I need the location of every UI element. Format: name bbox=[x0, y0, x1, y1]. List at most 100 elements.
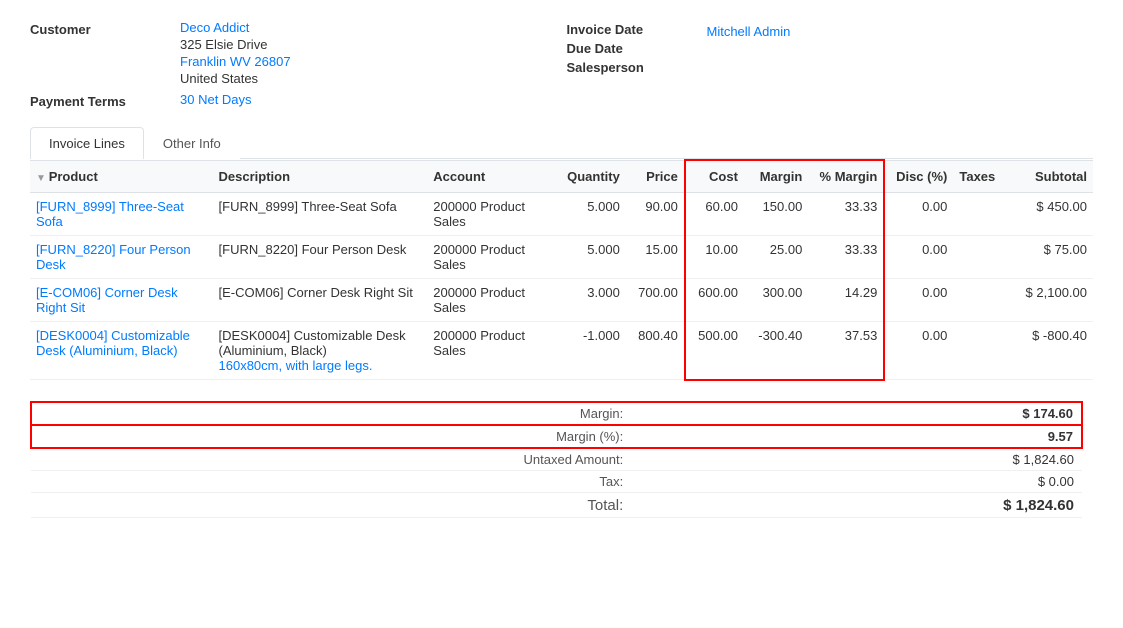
cell-disc-2: 0.00 bbox=[884, 236, 953, 279]
cell-qty-4: -1.000 bbox=[556, 322, 626, 380]
cell-price-1: 90.00 bbox=[626, 193, 685, 236]
cell-cost-4: 500.00 bbox=[685, 322, 744, 380]
cell-desc-1: [FURN_8999] Three-Seat Sofa bbox=[213, 193, 428, 236]
margin-pct-row: Margin (%): 9.57 bbox=[31, 425, 1082, 448]
cell-desc-4: [DESK0004] Customizable Desk (Aluminium,… bbox=[213, 322, 428, 380]
untaxed-value: $ 1,824.60 bbox=[631, 448, 1082, 471]
col-header-product[interactable]: ▼ Product bbox=[30, 160, 213, 193]
customer-address3: United States bbox=[180, 71, 567, 86]
cell-taxes-3 bbox=[953, 279, 1007, 322]
table-row: [FURN_8220] Four Person Desk [FURN_8220]… bbox=[30, 236, 1093, 279]
cell-product-2: [FURN_8220] Four Person Desk bbox=[30, 236, 213, 279]
cell-subtotal-4: $ -800.40 bbox=[1007, 322, 1093, 380]
cell-pct-3: 14.29 bbox=[808, 279, 884, 322]
col-header-subtotal[interactable]: Subtotal bbox=[1007, 160, 1093, 193]
tabs-bar: Invoice Lines Other Info bbox=[30, 127, 1093, 159]
payment-terms-label: Payment Terms bbox=[30, 92, 180, 109]
cell-margin-3: 300.00 bbox=[744, 279, 808, 322]
col-header-description[interactable]: Description bbox=[213, 160, 428, 193]
customer-name[interactable]: Deco Addict bbox=[180, 20, 567, 35]
cell-disc-3: 0.00 bbox=[884, 279, 953, 322]
cell-pct-4: 37.53 bbox=[808, 322, 884, 380]
cell-subtotal-1: $ 450.00 bbox=[1007, 193, 1093, 236]
cell-subtotal-2: $ 75.00 bbox=[1007, 236, 1093, 279]
table-row: [E-COM06] Corner Desk Right Sit [E-COM06… bbox=[30, 279, 1093, 322]
cell-taxes-1 bbox=[953, 193, 1007, 236]
summary-section: Margin: $ 174.60 Margin (%): 9.57 Untaxe… bbox=[30, 401, 1093, 518]
margin-row: Margin: $ 174.60 bbox=[31, 402, 1082, 425]
tab-other-info[interactable]: Other Info bbox=[144, 127, 240, 159]
col-header-taxes[interactable]: Taxes bbox=[953, 160, 1007, 193]
cell-cost-1: 60.00 bbox=[685, 193, 744, 236]
cell-product-3: [E-COM06] Corner Desk Right Sit bbox=[30, 279, 213, 322]
cell-margin-2: 25.00 bbox=[744, 236, 808, 279]
cell-subtotal-3: $ 2,100.00 bbox=[1007, 279, 1093, 322]
table-header-row: ▼ Product Description Account Quantity P… bbox=[30, 160, 1093, 193]
cell-disc-1: 0.00 bbox=[884, 193, 953, 236]
cell-qty-3: 3.000 bbox=[556, 279, 626, 322]
customer-address1: 325 Elsie Drive bbox=[180, 37, 567, 52]
payment-terms-value: 30 Net Days bbox=[180, 92, 567, 109]
total-value: $ 1,824.60 bbox=[631, 492, 1082, 517]
invoice-lines-table: ▼ Product Description Account Quantity P… bbox=[30, 159, 1093, 381]
desc-detail-link-4[interactable]: 160x80cm, with large legs. bbox=[219, 358, 373, 373]
col-header-margin[interactable]: Margin bbox=[744, 160, 808, 193]
customer-address2[interactable]: Franklin WV 26807 bbox=[180, 54, 567, 69]
due-date-label: Due Date bbox=[567, 39, 707, 56]
invoice-date-label: Invoice Date bbox=[567, 20, 707, 37]
product-link-2[interactable]: [FURN_8220] Four Person Desk bbox=[36, 242, 191, 272]
margin-pct-value: 9.57 bbox=[631, 425, 1082, 448]
cell-disc-4: 0.00 bbox=[884, 322, 953, 380]
col-header-account[interactable]: Account bbox=[427, 160, 556, 193]
col-header-price[interactable]: Price bbox=[626, 160, 685, 193]
cell-pct-2: 33.33 bbox=[808, 236, 884, 279]
margin-label: Margin: bbox=[31, 402, 631, 425]
tax-label: Tax: bbox=[31, 470, 631, 492]
header-section: Customer Deco Addict 325 Elsie Drive Fra… bbox=[30, 20, 1093, 109]
invoice-labels: Invoice Date Due Date Salesperson bbox=[567, 20, 707, 86]
untaxed-label: Untaxed Amount: bbox=[31, 448, 631, 471]
untaxed-row: Untaxed Amount: $ 1,824.60 bbox=[31, 448, 1082, 471]
cell-margin-1: 150.00 bbox=[744, 193, 808, 236]
cell-qty-1: 5.000 bbox=[556, 193, 626, 236]
cell-price-4: 800.40 bbox=[626, 322, 685, 380]
cell-account-2: 200000 Product Sales bbox=[427, 236, 556, 279]
cell-cost-2: 10.00 bbox=[685, 236, 744, 279]
margin-value: $ 174.60 bbox=[631, 402, 1082, 425]
sort-indicator: ▼ bbox=[36, 173, 49, 184]
tax-value: $ 0.00 bbox=[631, 470, 1082, 492]
col-header-pct-margin[interactable]: % Margin bbox=[808, 160, 884, 193]
payment-terms-link[interactable]: 30 Net Days bbox=[180, 92, 252, 107]
total-row: Total: $ 1,824.60 bbox=[31, 492, 1082, 517]
tab-invoice-lines[interactable]: Invoice Lines bbox=[30, 127, 144, 159]
cell-price-2: 15.00 bbox=[626, 236, 685, 279]
customer-info: Deco Addict 325 Elsie Drive Franklin WV … bbox=[180, 20, 567, 86]
summary-table: Margin: $ 174.60 Margin (%): 9.57 Untaxe… bbox=[30, 401, 1083, 518]
cell-account-3: 200000 Product Sales bbox=[427, 279, 556, 322]
cell-account-4: 200000 Product Sales bbox=[427, 322, 556, 380]
product-link-1[interactable]: [FURN_8999] Three-Seat Sofa bbox=[36, 199, 184, 229]
invoice-values: Mitchell Admin bbox=[707, 20, 1094, 86]
col-header-disc[interactable]: Disc (%) bbox=[884, 160, 953, 193]
col-header-cost[interactable]: Cost bbox=[685, 160, 744, 193]
cell-account-1: 200000 Product Sales bbox=[427, 193, 556, 236]
cell-cost-3: 600.00 bbox=[685, 279, 744, 322]
cell-taxes-2 bbox=[953, 236, 1007, 279]
salesperson-value[interactable]: Mitchell Admin bbox=[707, 24, 1094, 39]
table-row: [DESK0004] Customizable Desk (Aluminium,… bbox=[30, 322, 1093, 380]
cell-taxes-4 bbox=[953, 322, 1007, 380]
total-label: Total: bbox=[31, 492, 631, 517]
customer-label: Customer bbox=[30, 20, 180, 86]
tax-row: Tax: $ 0.00 bbox=[31, 470, 1082, 492]
salesperson-label: Salesperson bbox=[567, 58, 707, 75]
cell-product-1: [FURN_8999] Three-Seat Sofa bbox=[30, 193, 213, 236]
cell-price-3: 700.00 bbox=[626, 279, 685, 322]
cell-margin-4: -300.40 bbox=[744, 322, 808, 380]
cell-desc-2: [FURN_8220] Four Person Desk bbox=[213, 236, 428, 279]
col-header-quantity[interactable]: Quantity bbox=[556, 160, 626, 193]
cell-product-4: [DESK0004] Customizable Desk (Aluminium,… bbox=[30, 322, 213, 380]
table-row: [FURN_8999] Three-Seat Sofa [FURN_8999] … bbox=[30, 193, 1093, 236]
product-link-3[interactable]: [E-COM06] Corner Desk Right Sit bbox=[36, 285, 178, 315]
product-link-4[interactable]: [DESK0004] Customizable Desk (Aluminium,… bbox=[36, 328, 190, 358]
invoice-lines-table-wrapper: ▼ Product Description Account Quantity P… bbox=[30, 159, 1093, 381]
